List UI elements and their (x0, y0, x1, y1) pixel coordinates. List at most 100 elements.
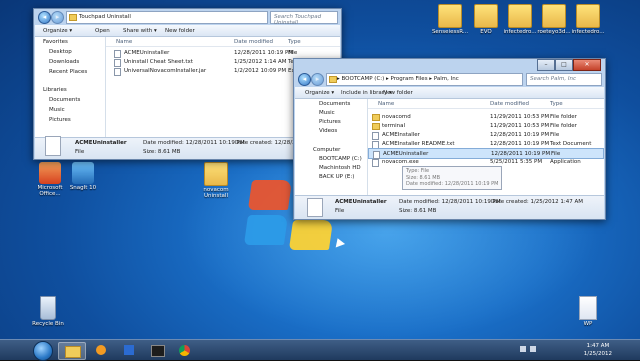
desktop-icon-label: infectedro... (571, 29, 605, 35)
desktop-icon-wp[interactable]: WP (568, 296, 608, 327)
file-date: 11/29/2011 10:53 PM (490, 123, 550, 129)
details-date-modified: Date modified: 12/28/2011 10:19 PM (399, 199, 501, 205)
address-bar[interactable]: ▸ BOOTCAMP (C:) ▸ Program Files ▸ Palm, … (326, 73, 523, 86)
file-name: novacomd (382, 114, 411, 120)
nav-recent-places[interactable]: Recent Places (49, 69, 87, 75)
share-with-button[interactable]: Share with ▾ (123, 28, 157, 34)
minimize-button[interactable]: – (537, 59, 555, 71)
desktop-icon-label: infectedro... (503, 29, 537, 35)
file-row[interactable]: terminal 11/29/2011 10:53 PM File folder (368, 121, 604, 130)
back-icon[interactable]: ◂ (38, 11, 51, 24)
desktop-icon-senseless[interactable]: SenseiessR... (430, 4, 470, 35)
desktop-icon-label: roeteyo3d... (537, 29, 571, 35)
nav-libraries[interactable]: Libraries (43, 87, 67, 93)
details-file-type: File (75, 149, 85, 155)
open-button[interactable]: Open (95, 28, 110, 34)
taskbar-terminal-button[interactable] (144, 342, 170, 358)
file-row[interactable]: ACMEInstaller README.txt 12/28/2011 10:1… (368, 139, 604, 149)
taskbar-word-button[interactable] (116, 342, 142, 358)
maximize-button[interactable]: □ (555, 59, 573, 71)
file-type: Text Document (550, 141, 592, 147)
nav-desktop[interactable]: Desktop (49, 49, 72, 55)
column-type[interactable]: Type (550, 101, 563, 107)
column-name[interactable]: Name (116, 39, 132, 45)
forward-icon[interactable]: ▸ (51, 11, 64, 24)
search-input[interactable]: Search Touchpad Uninstall (270, 11, 338, 26)
organize-button[interactable]: Organize ▾ (305, 90, 334, 96)
file-row[interactable]: novacomd 11/29/2011 10:53 PM File folder (368, 112, 604, 121)
desktop-icon-label: Microsoft Office... (37, 185, 63, 197)
explorer-window-palm-inc[interactable]: – □ ✕ ◂ ▸ ▸ BOOTCAMP (C:) ▸ Program File… (293, 58, 606, 220)
nav-videos[interactable]: Videos (319, 128, 337, 134)
column-date-modified[interactable]: Date modified (234, 39, 273, 45)
nav-favorites[interactable]: Favorites (43, 39, 68, 45)
nav-drive-machintosh[interactable]: Machintosh HD (319, 165, 361, 171)
file-name: terminal (382, 123, 405, 129)
desktop-icon-recycle-bin[interactable]: Recycle Bin (28, 296, 68, 327)
column-type[interactable]: Type (288, 39, 301, 45)
navigation-pane: Documents Music Pictures Videos Computer… (295, 99, 368, 199)
nav-documents[interactable]: Documents (49, 97, 80, 103)
column-name[interactable]: Name (378, 101, 394, 107)
command-bar: Organize ▾ Open Share with ▾ New folder (35, 25, 340, 37)
title-bar[interactable]: ◂ ▸ Touchpad Uninstall Search Touchpad U… (34, 9, 341, 26)
file-row[interactable]: ACMEUninstaller 12/28/2011 10:19 PM File (106, 48, 340, 58)
taskbar-explorer-button[interactable] (58, 342, 86, 360)
details-size: Size: 8.61 MB (143, 149, 181, 155)
volume-icon[interactable] (530, 346, 536, 352)
file-row[interactable]: novacom.exe 5/25/2011 5:35 PM Applicatio… (368, 157, 604, 167)
back-icon[interactable]: ◂ (298, 73, 311, 86)
nav-drive-bootcamp[interactable]: BOOTCAMP (C:) (319, 156, 362, 162)
nav-documents[interactable]: Documents (319, 101, 350, 107)
desktop-icon-label: EVO (480, 29, 492, 35)
nav-music[interactable]: Music (49, 107, 65, 113)
file-name: ACMEInstaller README.txt (382, 141, 455, 147)
recycle-bin-icon (40, 296, 56, 320)
file-type: File (288, 50, 298, 56)
file-date: 1/25/2012 1:14 AM (234, 59, 287, 65)
column-date-modified[interactable]: Date modified (490, 101, 529, 107)
file-name: ACMEInstaller (382, 132, 420, 138)
taskbar-media-player-button[interactable] (88, 342, 114, 358)
details-file-name: ACMEUninstaller (75, 140, 127, 146)
file-date: 5/25/2011 5:35 PM (490, 159, 543, 165)
file-date: 12/28/2011 10:19 PM (490, 132, 550, 138)
network-icon[interactable] (520, 346, 526, 352)
file-type: File folder (550, 114, 577, 120)
system-clock[interactable]: 1:47 AM 1/25/2012 (584, 342, 612, 358)
nav-drive-backup[interactable]: BACK UP (E:) (319, 174, 354, 180)
nav-downloads[interactable]: Downloads (49, 59, 79, 65)
nav-pictures[interactable]: Pictures (319, 119, 341, 125)
title-bar[interactable]: – □ ✕ (294, 59, 605, 71)
start-button[interactable] (33, 341, 53, 361)
navigation-pane: Favorites Desktop Downloads Recent Place… (35, 37, 106, 137)
chrome-icon (179, 345, 190, 356)
folder-icon (438, 4, 462, 28)
folder-icon (65, 346, 81, 358)
desktop-icon-label: SenseiessR... (431, 29, 469, 35)
address-text: Touchpad Uninstall (79, 14, 131, 20)
new-folder-button[interactable]: New folder (165, 28, 195, 34)
organize-button[interactable]: Organize ▾ (43, 28, 72, 34)
tooltip-date: Date modified: 12/28/2011 10:19 PM (406, 181, 499, 187)
desktop-icon-infectedro-2[interactable]: infectedro... (568, 4, 608, 35)
nav-pictures[interactable]: Pictures (49, 117, 71, 123)
desktop-icon-novacom-uninstall[interactable]: novacom Uninstall (196, 162, 236, 199)
file-date: 12/28/2011 10:19 PM (490, 141, 550, 147)
close-button[interactable]: ✕ (573, 59, 601, 71)
file-name: ACMEUninstaller (124, 50, 170, 56)
new-folder-button[interactable]: New folder (383, 90, 413, 96)
taskbar-chrome-button[interactable] (172, 342, 198, 358)
file-list: Name Date modified Type novacomd 11/29/2… (368, 99, 604, 199)
details-pane: ACMEUninstaller File Date modified: 12/2… (295, 195, 604, 219)
nav-music[interactable]: Music (319, 110, 335, 116)
file-icon (114, 68, 123, 77)
desktop-icon-snagit[interactable]: SnagIt 10 (63, 162, 103, 191)
address-bar[interactable]: Touchpad Uninstall (66, 11, 268, 24)
search-input[interactable]: Search Palm, Inc (526, 73, 602, 86)
file-row[interactable]: ACMEInstaller 12/28/2011 10:19 PM File (368, 130, 604, 140)
forward-icon[interactable]: ▸ (311, 73, 324, 86)
office-icon (39, 162, 61, 184)
nav-computer[interactable]: Computer (313, 147, 340, 153)
details-file-name: ACMEUninstaller (335, 199, 387, 205)
